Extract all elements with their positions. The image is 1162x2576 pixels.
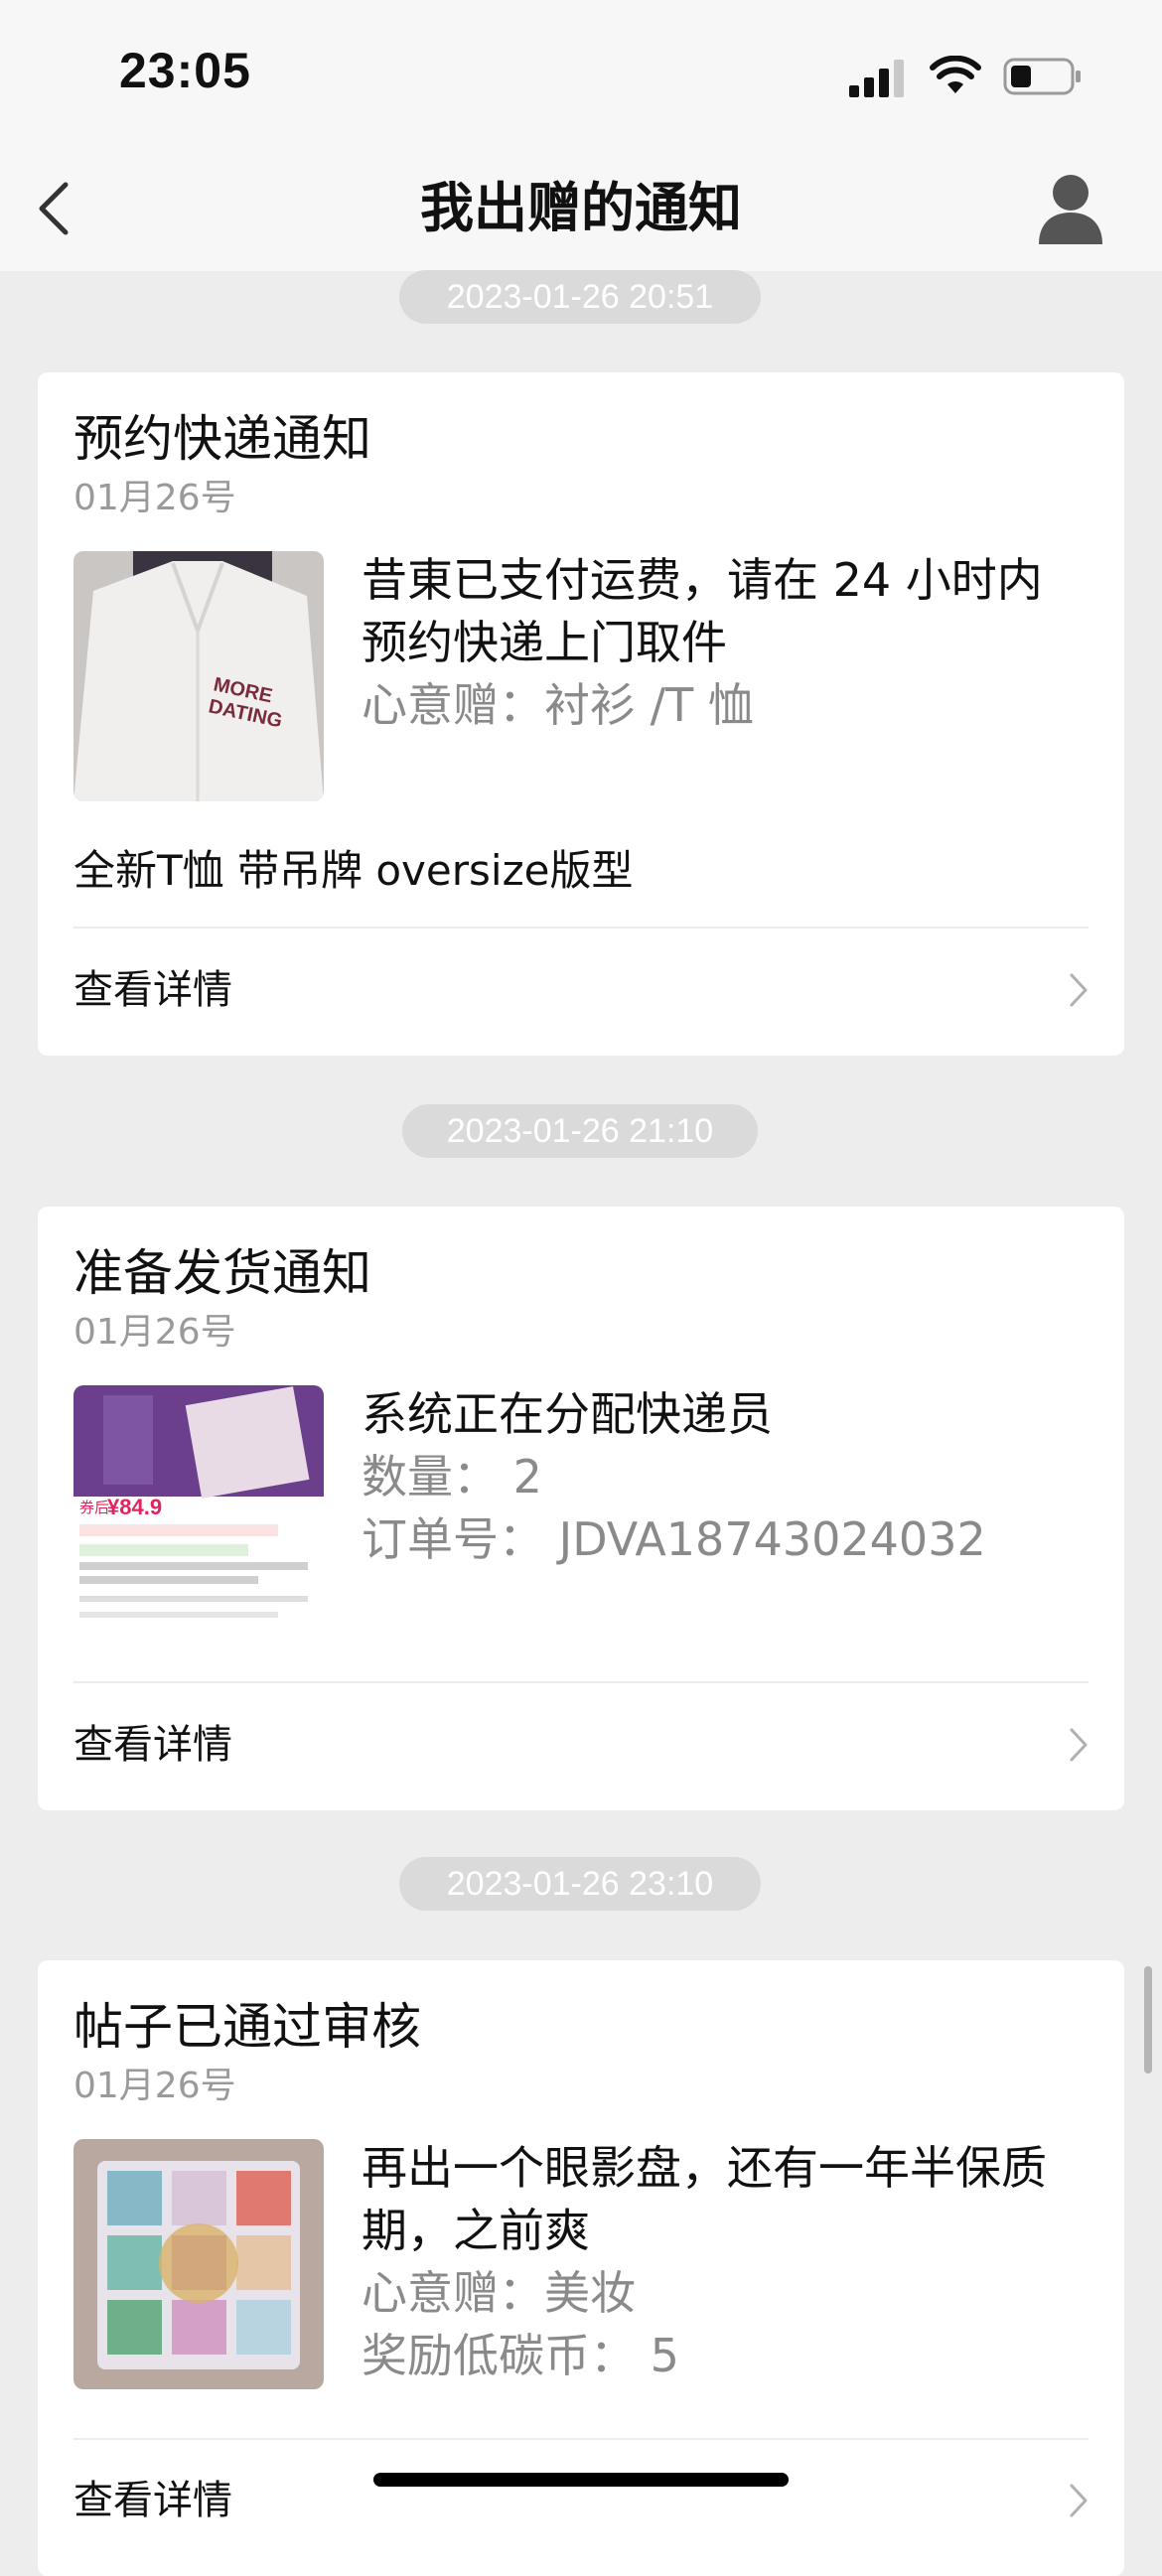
item-description: 全新T恤 带吊牌 oversize版型 bbox=[73, 846, 634, 895]
notification-card[interactable]: 预约快递通知 01月26号 MORE DATING 昔東已支付运费，请在 24 … bbox=[38, 372, 1124, 1056]
listing-image: 券后 ¥84.9 bbox=[73, 1385, 324, 1636]
divider bbox=[73, 2438, 1089, 2440]
user-icon[interactable] bbox=[1035, 171, 1106, 246]
status-bar: 23:05 bbox=[0, 0, 1162, 149]
view-details-label[interactable]: 查看详情 bbox=[73, 2471, 232, 2530]
listing-price: ¥84.9 bbox=[107, 1495, 162, 1519]
home-indicator[interactable] bbox=[373, 2473, 789, 2487]
timestamp-badge: 2023-01-26 23:10 bbox=[399, 1857, 761, 1911]
notification-card[interactable]: 准备发货通知 01月26号 券后 ¥84.9 系统正在分配快递员 数量： 2 订… bbox=[38, 1207, 1124, 1810]
notification-message: 系统正在分配快递员 bbox=[362, 1387, 773, 1441]
page-title: 我出赠的通知 bbox=[420, 177, 742, 239]
status-time: 23:05 bbox=[119, 43, 251, 98]
divider bbox=[73, 927, 1089, 929]
scrollbar[interactable] bbox=[1144, 1966, 1152, 2074]
listing-thumbnail[interactable]: 券后 ¥84.9 bbox=[73, 1385, 324, 1636]
hoodie-thumbnail[interactable]: MORE DATING bbox=[73, 551, 324, 801]
notification-date: 01月26号 bbox=[73, 478, 236, 518]
notification-date: 01月26号 bbox=[73, 1312, 236, 1353]
signal-icon bbox=[849, 60, 904, 97]
chevron-right-icon[interactable] bbox=[1067, 1725, 1090, 1765]
timestamp-badge: 2023-01-26 20:51 bbox=[399, 270, 761, 324]
timestamp-badge: 2023-01-26 21:10 bbox=[402, 1104, 758, 1158]
wifi-icon bbox=[930, 56, 981, 93]
chevron-right-icon[interactable] bbox=[1067, 2481, 1090, 2520]
battery-icon bbox=[1003, 58, 1081, 95]
notification-message: 再出一个眼影盘，还有一年半保质 bbox=[362, 2141, 1047, 2195]
chevron-right-icon[interactable] bbox=[1067, 970, 1090, 1010]
gift-category: 心意赠：美妆 bbox=[362, 2266, 636, 2320]
item-quantity: 数量： 2 bbox=[362, 1450, 542, 1503]
hoodie-image: MORE DATING bbox=[73, 551, 324, 801]
palette-thumbnail[interactable] bbox=[73, 2139, 324, 2389]
palette-image bbox=[73, 2139, 324, 2389]
notification-message: 昔東已支付运费，请在 24 小时内 bbox=[362, 553, 1043, 607]
svg-text:券后: 券后 bbox=[79, 1500, 109, 1516]
notification-title: 帖子已通过审核 bbox=[73, 1998, 421, 2056]
view-details-label[interactable]: 查看详情 bbox=[73, 960, 232, 1020]
gift-category: 心意赠：衬衫 /T 恤 bbox=[362, 678, 754, 732]
nav-bar: 我出赠的通知 bbox=[0, 149, 1162, 271]
view-details-label[interactable]: 查看详情 bbox=[73, 1715, 232, 1775]
notification-title: 预约快递通知 bbox=[73, 410, 371, 468]
notification-date: 01月26号 bbox=[73, 2066, 236, 2106]
divider bbox=[73, 1681, 1089, 1683]
notification-message-cont: 预约快递上门取件 bbox=[362, 616, 727, 669]
carbon-coin-reward: 奖励低碳币： 5 bbox=[362, 2329, 679, 2382]
order-number: 订单号： JDVA18743024032 bbox=[362, 1512, 986, 1566]
notification-title: 准备发货通知 bbox=[73, 1244, 371, 1302]
notification-message-cont: 期，之前爽 bbox=[362, 2204, 590, 2257]
